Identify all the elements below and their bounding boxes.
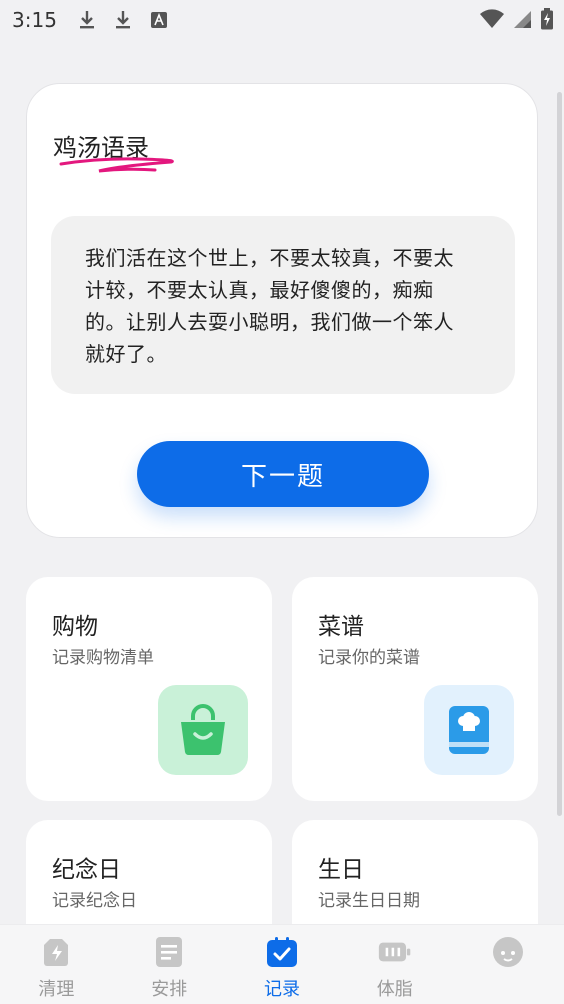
card-title: 生日: [318, 857, 364, 883]
card-subtitle: 记录生日日期: [318, 891, 420, 911]
card-title: 菜谱: [318, 614, 364, 640]
status-time: 3:15: [12, 8, 57, 32]
card-subtitle: 记录购物清单: [52, 648, 154, 668]
nav-label: 记录: [263, 979, 300, 1000]
battery-charging-icon: [540, 8, 554, 34]
quote-box: 我们活在这个世上，不要太较真，不要太 计较，不要太认真，最好傻傻的，痴痴 的。让…: [51, 216, 515, 394]
shopping-bag-icon: [181, 704, 225, 756]
nav-item-profile[interactable]: [451, 925, 564, 1004]
quote-card: 鸡汤语录 我们活在这个世上，不要太较真，不要太 计较，不要太认真，最好傻傻的，痴…: [26, 83, 538, 538]
nav-label: 体脂: [376, 979, 413, 1000]
card-title: 纪念日: [52, 857, 121, 883]
bottom-nav: 清理 安排 记录 体脂: [0, 924, 564, 1004]
scale-icon: [378, 935, 412, 969]
shopping-card[interactable]: 购物 记录购物清单: [26, 577, 272, 801]
nav-item-clean[interactable]: 清理: [0, 925, 113, 1004]
scrollbar[interactable]: [557, 92, 562, 816]
title-underline-decoration: [59, 157, 174, 173]
shopping-icon-tile: [158, 685, 248, 775]
avatar-icon: [491, 935, 525, 969]
next-quote-button[interactable]: 下一题: [137, 441, 429, 507]
card-subtitle: 记录纪念日: [52, 891, 137, 911]
recipe-book-icon: [449, 706, 489, 754]
wifi-icon: [480, 9, 504, 33]
quote-line: 计较，不要太认真，最好傻傻的，痴痴: [85, 278, 434, 302]
nav-item-record[interactable]: 记录: [226, 925, 339, 1004]
nav-label: 安排: [151, 979, 188, 1000]
quote-line: 就好了。: [85, 342, 167, 366]
nav-item-bodyfat[interactable]: 体脂: [338, 925, 451, 1004]
card-title: 购物: [52, 614, 98, 640]
quote-line: 我们活在这个世上，不要太较真，不要太: [85, 246, 454, 270]
signal-icon: [512, 9, 532, 33]
download-icon: [113, 10, 133, 30]
nav-label: 清理: [38, 979, 75, 1000]
nav-item-arrange[interactable]: 安排: [113, 925, 226, 1004]
quote-text: 我们活在这个世上，不要太较真，不要太 计较，不要太认真，最好傻傻的，痴痴 的。让…: [85, 242, 485, 370]
recipe-card[interactable]: 菜谱 记录你的菜谱: [292, 577, 538, 801]
status-bar: 3:15: [0, 0, 564, 40]
text-a-icon: [149, 10, 169, 30]
calendar-check-icon: [265, 935, 299, 969]
recipe-icon-tile: [424, 685, 514, 775]
quote-line: 的。让别人去耍小聪明，我们做一个笨人: [85, 310, 454, 334]
clean-icon: [39, 935, 73, 969]
document-icon: [152, 935, 186, 969]
download-icon: [77, 10, 97, 30]
card-subtitle: 记录你的菜谱: [318, 648, 420, 668]
